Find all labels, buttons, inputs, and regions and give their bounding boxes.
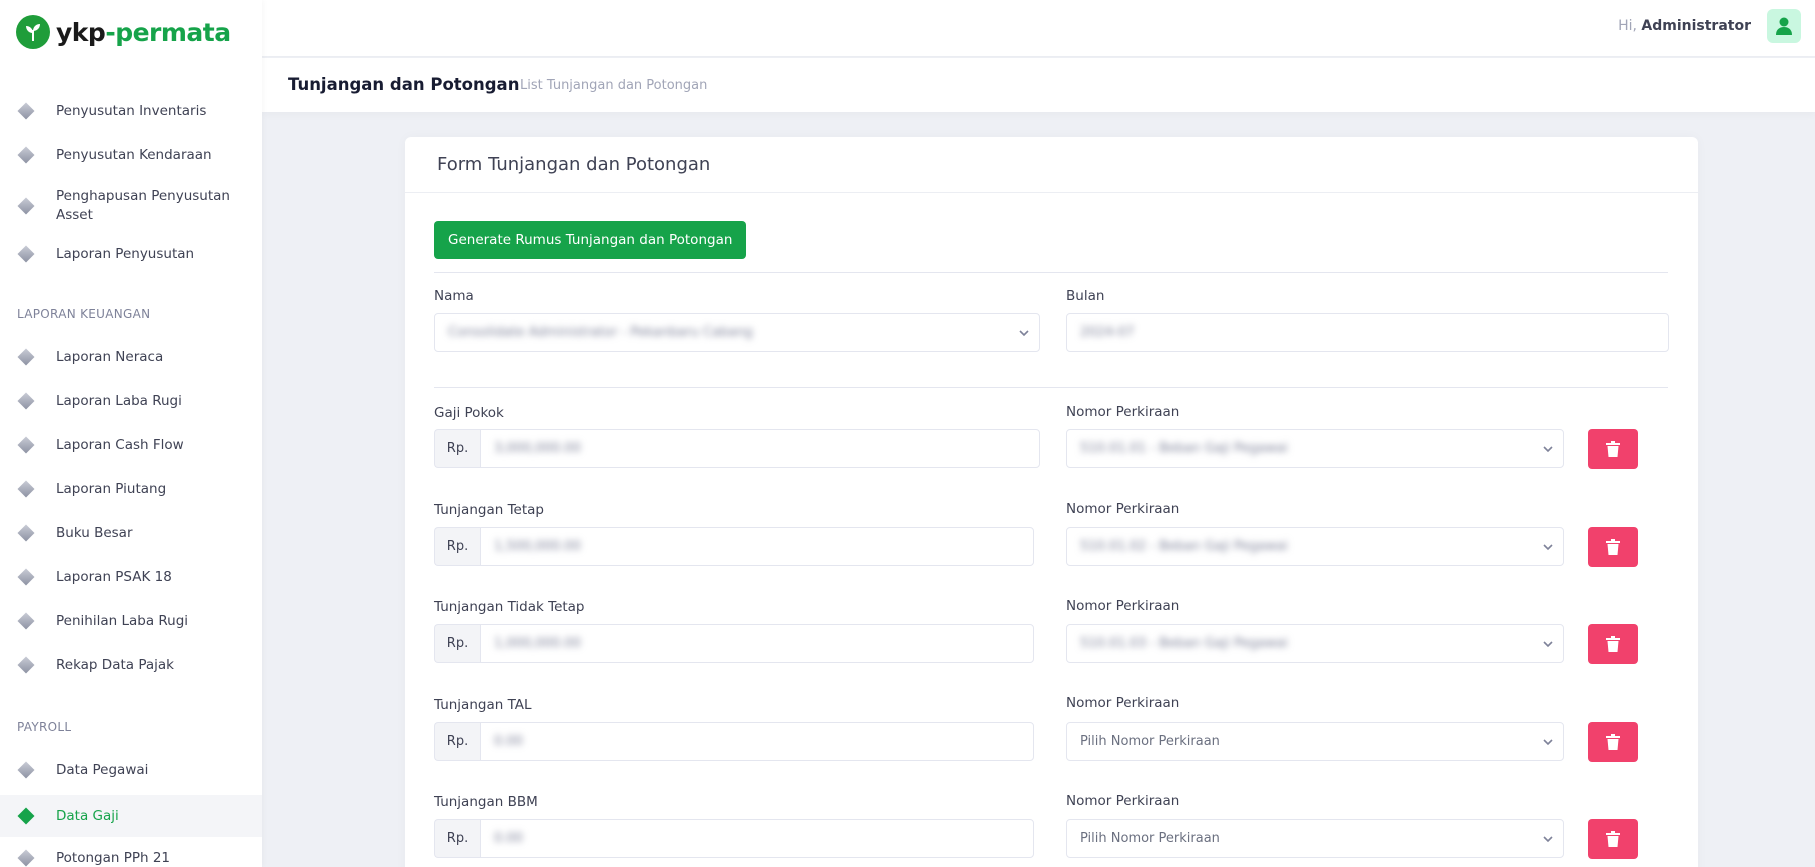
tunjangan-tetap-label: Tunjangan Tetap <box>434 502 544 518</box>
diamond-bullet-icon <box>17 761 35 779</box>
sidebar: ykp-permata Penyusutan Inventaris Penyus… <box>0 0 262 867</box>
sidebar-item-data-pegawai[interactable]: Data Pegawai <box>0 753 262 787</box>
nomor-perkiraan-select-4[interactable]: Pilih Nomor Perkiraan <box>1066 722 1564 761</box>
nomor-perkiraan-label: Nomor Perkiraan <box>1066 501 1180 517</box>
diamond-bullet-icon <box>17 348 35 366</box>
tunjangan-tal-label: Tunjangan TAL <box>434 697 532 713</box>
gaji-pokok-label: Gaji Pokok <box>434 405 504 421</box>
diamond-bullet-icon <box>17 612 35 630</box>
sidebar-item-laporan-neraca[interactable]: Laporan Neraca <box>0 340 262 374</box>
trash-icon <box>1606 636 1620 652</box>
chevron-down-icon <box>1009 327 1039 339</box>
leaf-logo-icon <box>16 15 50 49</box>
sidebar-item-potongan-pph-21[interactable]: Potongan PPh 21 <box>0 841 262 867</box>
sidebar-item-penyusutan-kendaraan[interactable]: Penyusutan Kendaraan <box>0 138 262 172</box>
diamond-bullet-icon <box>17 524 35 542</box>
sidebar-item-data-gaji[interactable]: Data Gaji <box>0 795 262 837</box>
diamond-bullet-icon <box>17 392 35 410</box>
sidebar-item-rekap-data-pajak[interactable]: Rekap Data Pajak <box>0 648 262 682</box>
tunjangan-tidak-tetap-label: Tunjangan Tidak Tetap <box>434 599 585 615</box>
divider <box>434 272 1668 273</box>
diamond-bullet-icon <box>17 102 35 120</box>
sidebar-item-laporan-piutang[interactable]: Laporan Piutang <box>0 472 262 506</box>
nama-label: Nama <box>434 288 474 304</box>
chevron-down-icon <box>1533 638 1563 650</box>
nomor-perkiraan-label: Nomor Perkiraan <box>1066 598 1180 614</box>
tunjangan-tetap-field: Rp. 1,500,000.00 <box>434 527 1034 566</box>
nomor-perkiraan-label: Nomor Perkiraan <box>1066 695 1180 711</box>
page-title: Tunjangan dan Potongan <box>288 75 520 94</box>
diamond-bullet-icon <box>17 656 35 674</box>
delete-row-button[interactable] <box>1588 624 1638 664</box>
trash-icon <box>1606 734 1620 750</box>
chevron-down-icon <box>1533 736 1563 748</box>
sidebar-item-laporan-psak-18[interactable]: Laporan PSAK 18 <box>0 560 262 594</box>
diamond-bullet-icon <box>17 849 35 867</box>
user-greeting[interactable]: Hi, Administrator <box>1618 18 1751 34</box>
tunjangan-bbm-field: Rp. 0.00 <box>434 819 1034 858</box>
generate-rumus-button[interactable]: Generate Rumus Tunjangan dan Potongan <box>434 221 747 259</box>
tunjangan-tal-input[interactable]: 0.00 <box>480 722 1034 761</box>
bulan-input[interactable]: 2024-07 <box>1066 313 1669 352</box>
form-card: Form Tunjangan dan Potongan Generate Rum… <box>405 137 1698 867</box>
chevron-down-icon <box>1533 541 1563 553</box>
brand[interactable]: ykp-permata <box>0 0 262 64</box>
currency-prefix: Rp. <box>434 722 480 761</box>
nomor-perkiraan-select-1[interactable]: 510.01.01 - Beban Gaji Pegawai <box>1066 429 1564 468</box>
gaji-pokok-input[interactable]: 3,000,000.00 <box>480 429 1040 468</box>
tunjangan-tal-field: Rp. 0.00 <box>434 722 1034 761</box>
nomor-perkiraan-select-5[interactable]: Pilih Nomor Perkiraan <box>1066 819 1564 858</box>
subheader: Tunjangan dan Potongan List Tunjangan da… <box>262 58 1815 112</box>
diamond-bullet-icon <box>17 146 35 164</box>
card-header: Form Tunjangan dan Potongan <box>405 137 1698 193</box>
delete-row-button[interactable] <box>1588 819 1638 859</box>
card-title: Form Tunjangan dan Potongan <box>437 154 711 175</box>
user-avatar-icon[interactable] <box>1767 9 1801 43</box>
trash-icon <box>1606 831 1620 847</box>
nomor-perkiraan-select-2[interactable]: 510.01.02 - Beban Gaji Pegawai <box>1066 527 1564 566</box>
tunjangan-tetap-input[interactable]: 1,500,000.00 <box>480 527 1034 566</box>
currency-prefix: Rp. <box>434 819 480 858</box>
sidebar-item-penihilan-laba-rugi[interactable]: Penihilan Laba Rugi <box>0 604 262 638</box>
sidebar-item-laporan-cash-flow[interactable]: Laporan Cash Flow <box>0 428 262 462</box>
nomor-perkiraan-label: Nomor Perkiraan <box>1066 793 1180 809</box>
trash-icon <box>1606 539 1620 555</box>
brand-name: ykp-permata <box>56 17 231 47</box>
tunjangan-bbm-input[interactable]: 0.00 <box>480 819 1034 858</box>
diamond-bullet-icon <box>17 197 35 215</box>
currency-prefix: Rp. <box>434 429 480 468</box>
divider <box>434 387 1668 388</box>
delete-row-button[interactable] <box>1588 722 1638 762</box>
diamond-bullet-icon <box>17 436 35 454</box>
delete-row-button[interactable] <box>1588 429 1638 469</box>
sidebar-item-laporan-penyusutan[interactable]: Laporan Penyusutan <box>0 237 262 271</box>
currency-prefix: Rp. <box>434 527 480 566</box>
chevron-down-icon <box>1533 443 1563 455</box>
tunjangan-tidak-tetap-field: Rp. 1,000,000.00 <box>434 624 1034 663</box>
top-header: Hi, Administrator <box>262 0 1815 57</box>
tunjangan-tidak-tetap-input[interactable]: 1,000,000.00 <box>480 624 1034 663</box>
diamond-bullet-icon <box>17 480 35 498</box>
sidebar-item-laporan-laba-rugi[interactable]: Laporan Laba Rugi <box>0 384 262 418</box>
sidebar-item-penyusutan-inventaris[interactable]: Penyusutan Inventaris <box>0 94 262 128</box>
sidebar-item-penghapusan-penyusutan-asset[interactable]: Penghapusan Penyusutan Asset <box>0 182 262 230</box>
breadcrumb[interactable]: List Tunjangan dan Potongan <box>520 78 707 93</box>
diamond-bullet-icon <box>17 807 35 825</box>
diamond-bullet-icon <box>17 245 35 263</box>
nomor-perkiraan-label: Nomor Perkiraan <box>1066 404 1180 420</box>
diamond-bullet-icon <box>17 568 35 586</box>
trash-icon <box>1606 441 1620 457</box>
bulan-label: Bulan <box>1066 288 1105 304</box>
nama-select[interactable]: Consolidate Administrator - Pekanbaru Ca… <box>434 313 1040 352</box>
chevron-down-icon <box>1533 833 1563 845</box>
nomor-perkiraan-select-3[interactable]: 510.01.03 - Beban Gaji Pegawai <box>1066 624 1564 663</box>
delete-row-button[interactable] <box>1588 527 1638 567</box>
section-laporan-keuangan: LAPORAN KEUANGAN <box>17 307 151 321</box>
currency-prefix: Rp. <box>434 624 480 663</box>
tunjangan-bbm-label: Tunjangan BBM <box>434 794 538 810</box>
sidebar-item-buku-besar[interactable]: Buku Besar <box>0 516 262 550</box>
section-payroll: PAYROLL <box>17 720 72 734</box>
gaji-pokok-field: Rp. 3,000,000.00 <box>434 429 1040 468</box>
